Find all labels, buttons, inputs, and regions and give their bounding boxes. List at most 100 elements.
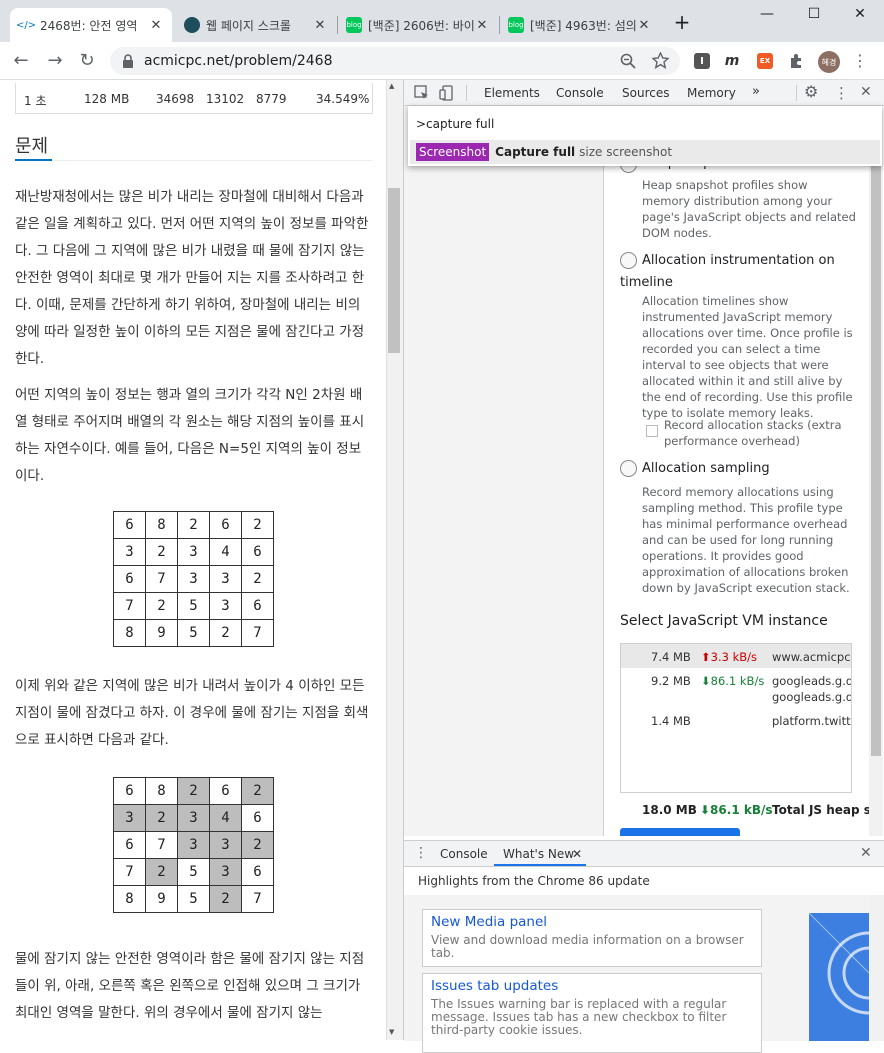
tab-elements[interactable]: Elements xyxy=(484,86,540,100)
grid-cell: 6 xyxy=(113,565,146,593)
inspect-element-icon[interactable] xyxy=(414,85,430,101)
record-stacks-checkbox[interactable] xyxy=(646,425,658,437)
drawer-menu-icon[interactable]: ⋮ xyxy=(414,845,428,861)
whats-new-body: New Media panel View and download media … xyxy=(404,895,884,1053)
devtools-drawer: ⋮ Console What's New ✕ ✕ Highlights from… xyxy=(404,840,884,1053)
close-window-button[interactable]: ✕ xyxy=(845,6,875,22)
flooded-grid: 6826232346673327253689527 xyxy=(113,777,274,913)
drawer-scrollbar[interactable] xyxy=(870,895,884,1041)
allocation-sampling-title: Allocation sampling xyxy=(642,461,770,476)
drawer-tab-close-icon[interactable]: ✕ xyxy=(572,847,582,861)
grid-cell: 6 xyxy=(113,777,146,805)
grid-row: 32346 xyxy=(113,804,274,832)
grid-cell: 5 xyxy=(177,885,210,913)
ex-extension-icon[interactable]: EX xyxy=(757,53,773,69)
address-bar[interactable]: acmicpc.net/problem/2468 xyxy=(110,47,680,75)
vm-row[interactable]: 7.4 MB ⬆3.3 kB/s www.acmicpc.net xyxy=(621,644,851,668)
vm-rate: ⬇86.1 kB/s xyxy=(701,674,765,688)
scroll-up-icon[interactable]: ▲ xyxy=(389,82,394,90)
command-result-selected[interactable]: Screenshot Capture full size screenshot xyxy=(410,140,880,164)
grid-cell: 6 xyxy=(241,538,274,566)
grid-cell: 5 xyxy=(177,858,210,886)
tab-close-icon[interactable]: ✕ xyxy=(636,18,652,33)
grid-cell: 8 xyxy=(113,619,146,647)
close-devtools-icon[interactable]: ✕ xyxy=(860,84,872,100)
chrome-release-graphic xyxy=(809,913,869,1015)
command-category-badge: Screenshot xyxy=(416,143,490,161)
heap-snapshot-radio[interactable] xyxy=(620,166,637,173)
whats-new-card[interactable]: Issues tab updates The Issues warning ba… xyxy=(422,973,762,1053)
tab-scroll[interactable]: 웹 페이지 스크롤 ✕ xyxy=(176,8,336,42)
settings-gear-icon[interactable]: ⚙ xyxy=(804,82,818,101)
solvers: 8779 xyxy=(256,92,287,106)
section-title: 문제 xyxy=(15,136,49,157)
zoom-icon[interactable] xyxy=(620,53,636,69)
grid-cell: 2 xyxy=(145,592,178,620)
grid-cell: 8 xyxy=(113,885,146,913)
vm-size: 9.2 MB xyxy=(651,674,691,688)
release-thumbnail-image xyxy=(809,913,869,1041)
scroll-down-icon[interactable]: ▼ xyxy=(389,1028,394,1036)
problem-paragraph-4: 물에 잠기지 않는 안전한 영역이라 함은 물에 잠기지 않는 지점들이 위, … xyxy=(15,951,365,1021)
problem-paragraph-3: 이제 위와 같은 지역에 많은 비가 내려서 높이가 4 이하인 모든 지점이 … xyxy=(15,678,369,748)
section-underline xyxy=(15,159,52,161)
grid-cell: 3 xyxy=(177,565,210,593)
extensions-puzzle-icon[interactable] xyxy=(788,53,804,69)
drawer-tab-console[interactable]: Console xyxy=(440,847,488,861)
grid-cell: 9 xyxy=(145,619,178,647)
vm-total-label: Total JS heap size xyxy=(772,803,869,817)
tab-blog-2606[interactable]: blog [백준] 2606번: 바이 ✕ xyxy=(338,8,498,42)
grid-row: 67332 xyxy=(113,831,274,859)
instapaper-extension-icon[interactable]: I xyxy=(694,53,710,69)
vm-row[interactable]: 1.4 MB platform.twitter.com xyxy=(621,712,851,736)
grid-cell: 7 xyxy=(113,592,146,620)
allocation-sampling-radio[interactable] xyxy=(620,460,637,477)
close-drawer-icon[interactable]: ✕ xyxy=(860,845,872,861)
grid-row: 68262 xyxy=(113,777,274,805)
tab-current[interactable]: </> 2468번: 안전 영역 ✕ xyxy=(10,8,172,42)
chrome-menu-icon[interactable]: ⋮ xyxy=(852,51,868,70)
command-input[interactable]: >capture full xyxy=(416,117,494,131)
reload-icon[interactable]: ↻ xyxy=(76,50,98,71)
devtools-scrollbar-thumb[interactable] xyxy=(871,166,881,756)
profile-avatar[interactable]: 혜경 xyxy=(818,51,840,73)
back-icon[interactable]: ← xyxy=(10,50,32,71)
minimize-button[interactable]: — xyxy=(752,6,782,22)
device-toolbar-icon[interactable] xyxy=(439,85,455,101)
tab-console[interactable]: Console xyxy=(556,86,604,100)
ratio: 34.549% xyxy=(316,92,370,106)
tab-close-icon[interactable]: ✕ xyxy=(148,18,164,33)
tab-close-icon[interactable]: ✕ xyxy=(312,18,328,33)
tab-blog-4963[interactable]: blog [백준] 4963번: 섬의 ✕ xyxy=(500,8,660,42)
devtools-menu-icon[interactable]: ⋮ xyxy=(834,84,849,102)
grid-cell: 7 xyxy=(241,619,274,647)
tab-close-icon[interactable]: ✕ xyxy=(474,18,490,33)
forward-icon[interactable]: → xyxy=(44,50,66,71)
tab-memory[interactable]: Memory xyxy=(687,86,736,100)
grid-cell: 2 xyxy=(177,777,210,805)
grid-cell: 2 xyxy=(209,885,242,913)
allocation-timeline-title: Allocation instrumentation on timeline xyxy=(620,253,835,290)
grid-cell: 3 xyxy=(177,538,210,566)
whats-new-card[interactable]: New Media panel View and download media … xyxy=(422,909,762,967)
command-menu: >capture full Screenshot Capture full si… xyxy=(408,106,882,166)
m-extension-icon[interactable]: m xyxy=(724,53,740,69)
tab-title: 2468번: 안전 영역 xyxy=(40,18,138,33)
drawer-tab-whats-new[interactable]: What's New xyxy=(503,847,574,861)
vm-row[interactable]: 9.2 MB ⬇86.1 kB/s googleads.g.doubleclic… xyxy=(621,672,851,712)
limits-table-row: 1 초 128 MB 34698 13102 8779 34.549% xyxy=(15,83,373,114)
devtools-tabbar: Elements Console Sources Memory » ⚙ ⋮ ✕ xyxy=(404,80,884,106)
tab-sources[interactable]: Sources xyxy=(622,86,669,100)
start-button[interactable] xyxy=(620,828,740,836)
grid-cell: 6 xyxy=(113,511,146,539)
maximize-button[interactable]: ☐ xyxy=(799,6,829,22)
bookmark-star-icon[interactable] xyxy=(652,52,669,69)
card-desc: View and download media information on a… xyxy=(431,933,744,960)
more-tabs-icon[interactable]: » xyxy=(752,84,760,99)
accepted: 13102 xyxy=(206,92,245,106)
page-scrollbar-thumb[interactable] xyxy=(388,188,400,353)
new-tab-button[interactable]: + xyxy=(667,10,697,34)
grid-cell: 6 xyxy=(241,804,274,832)
grid-cell: 2 xyxy=(145,804,178,832)
grid-cell: 2 xyxy=(241,777,274,805)
